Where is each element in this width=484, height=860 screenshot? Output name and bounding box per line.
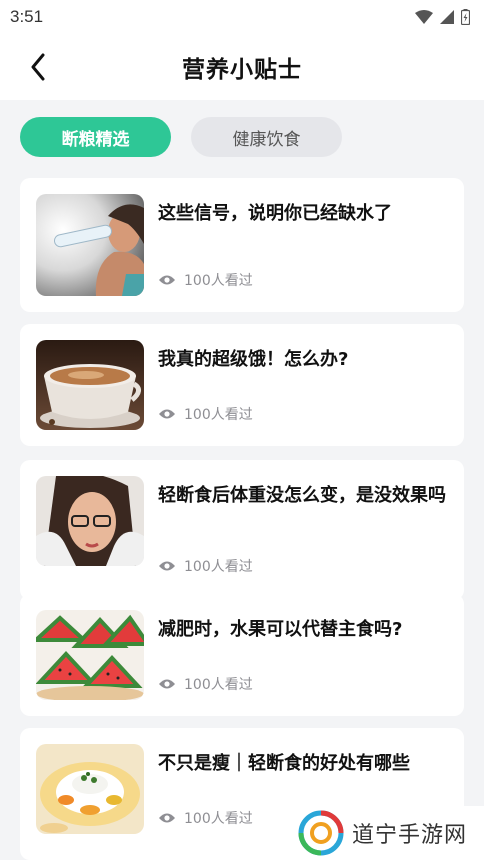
article-card[interactable]: 轻断食后体重没怎么变，是没效果吗 100人看过 (20, 460, 464, 600)
chevron-left-icon (31, 53, 45, 81)
view-count-text: 100人看过 (184, 811, 253, 827)
view-count: 100人看过 (158, 808, 253, 828)
wifi-icon (415, 10, 433, 24)
article-card[interactable]: 减肥时，水果可以代替主食吗? 100人看过 (20, 594, 464, 716)
site-watermark: 道宁手游网 (286, 806, 484, 860)
view-count: 100人看过 (158, 556, 253, 576)
cellular-signal-icon (440, 10, 454, 24)
status-bar: 3:51 (0, 0, 484, 34)
article-thumbnail (36, 744, 144, 834)
article-thumbnail (36, 610, 144, 700)
category-tabs: 断粮精选 健康饮食 (20, 117, 342, 157)
eye-icon (159, 409, 175, 419)
back-button[interactable] (22, 51, 54, 83)
article-title: 这些信号，说明你已经缺水了 (158, 203, 392, 224)
view-count-text: 100人看过 (184, 559, 253, 575)
view-count: 100人看过 (158, 270, 253, 290)
eye-icon (159, 275, 175, 285)
eye-icon (159, 813, 175, 823)
page-title: 营养小贴士 (182, 57, 302, 83)
article-title: 我真的超级饿！怎么办? (158, 349, 349, 370)
article-title: 轻断食后体重没怎么变，是没效果吗 (158, 485, 446, 506)
eye-icon (159, 679, 175, 689)
article-title: 不只是瘦｜轻断食的好处有哪些 (158, 753, 410, 774)
article-card[interactable]: 我真的超级饿！怎么办? 100人看过 (20, 324, 464, 446)
view-count: 100人看过 (158, 674, 253, 694)
article-thumbnail (36, 340, 144, 430)
view-count-text: 100人看过 (184, 407, 253, 423)
article-thumbnail (36, 194, 144, 296)
view-count: 100人看过 (158, 404, 253, 424)
status-icons (415, 9, 470, 25)
article-title: 减肥时，水果可以代替主食吗? (158, 619, 403, 640)
page-header: 营养小贴士 (0, 34, 484, 100)
view-count-text: 100人看过 (184, 677, 253, 693)
article-card[interactable]: 这些信号，说明你已经缺水了 100人看过 (20, 178, 464, 312)
watermark-text: 道宁手游网 (352, 823, 468, 848)
battery-icon (461, 9, 470, 25)
eye-icon (159, 561, 175, 571)
status-time: 3:51 (10, 7, 44, 26)
article-thumbnail (36, 476, 144, 566)
tab-fasting-picks[interactable]: 断粮精选 (20, 117, 171, 157)
watermark-logo-icon (298, 810, 344, 856)
tab-healthy-diet[interactable]: 健康饮食 (191, 117, 342, 157)
view-count-text: 100人看过 (184, 273, 253, 289)
